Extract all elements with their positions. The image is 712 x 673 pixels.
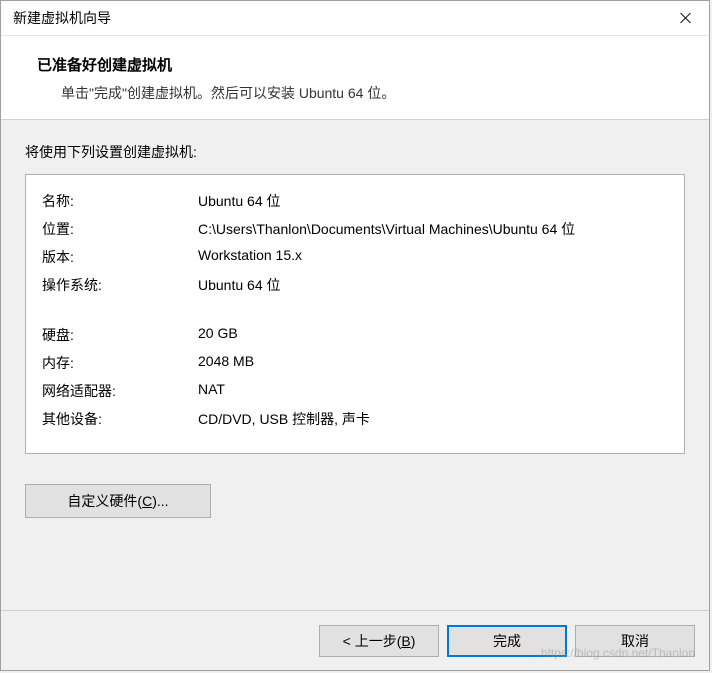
setting-row-os: 操作系统: Ubuntu 64 位 [42,271,668,299]
setting-gap [42,299,668,321]
button-label-key: B [401,633,410,649]
wizard-header: 已准备好创建虚拟机 单击"完成"创建虚拟机。然后可以安装 Ubuntu 64 位… [1,36,709,120]
setting-value: NAT [198,381,668,401]
footer-button-bar: < 上一步(B) 完成 取消 [1,610,709,670]
setting-label: 硬盘: [42,325,198,345]
setting-row-version: 版本: Workstation 15.x [42,243,668,271]
titlebar: 新建虚拟机向导 [1,1,709,36]
button-label-suffix: ) [411,633,416,649]
setting-row-name: 名称: Ubuntu 64 位 [42,187,668,215]
button-label: 取消 [621,633,649,649]
close-icon [680,12,692,24]
button-label-suffix: )... [152,493,168,509]
window-title: 新建虚拟机向导 [13,8,111,28]
setting-label: 版本: [42,247,198,267]
setting-label: 操作系统: [42,275,198,295]
intro-text: 将使用下列设置创建虚拟机: [25,142,685,162]
setting-label: 名称: [42,191,198,211]
setting-label: 内存: [42,353,198,373]
setting-label: 位置: [42,219,198,239]
setting-row-location: 位置: C:\Users\Thanlon\Documents\Virtual M… [42,215,668,243]
customize-hardware-button[interactable]: 自定义硬件(C)... [25,484,211,518]
button-label: 完成 [493,633,521,649]
button-label-prefix: 自定义硬件( [67,493,142,509]
button-label-key: C [142,493,152,509]
setting-label: 其他设备: [42,409,198,429]
wizard-dialog: 新建虚拟机向导 已准备好创建虚拟机 单击"完成"创建虚拟机。然后可以安装 Ubu… [0,0,710,671]
setting-label: 网络适配器: [42,381,198,401]
setting-value: C:\Users\Thanlon\Documents\Virtual Machi… [198,219,668,239]
setting-row-memory: 内存: 2048 MB [42,349,668,377]
header-title: 已准备好创建虚拟机 [37,54,681,75]
close-button[interactable] [663,1,709,35]
back-button[interactable]: < 上一步(B) [319,625,439,657]
settings-panel: 名称: Ubuntu 64 位 位置: C:\Users\Thanlon\Doc… [25,174,685,454]
cancel-button[interactable]: 取消 [575,625,695,657]
button-label-prefix: < 上一步( [343,633,402,649]
finish-button[interactable]: 完成 [447,625,567,657]
setting-value: 2048 MB [198,353,668,373]
setting-row-network: 网络适配器: NAT [42,377,668,405]
setting-value: Ubuntu 64 位 [198,191,668,211]
setting-row-other: 其他设备: CD/DVD, USB 控制器, 声卡 [42,405,668,433]
setting-value: 20 GB [198,325,668,345]
header-subtitle: 单击"完成"创建虚拟机。然后可以安装 Ubuntu 64 位。 [37,83,681,103]
setting-value: Workstation 15.x [198,247,668,267]
content-area: 将使用下列设置创建虚拟机: 名称: Ubuntu 64 位 位置: C:\Use… [1,120,709,610]
customize-row: 自定义硬件(C)... [25,484,685,518]
setting-value: Ubuntu 64 位 [198,275,668,295]
setting-value: CD/DVD, USB 控制器, 声卡 [198,409,668,429]
setting-row-disk: 硬盘: 20 GB [42,321,668,349]
